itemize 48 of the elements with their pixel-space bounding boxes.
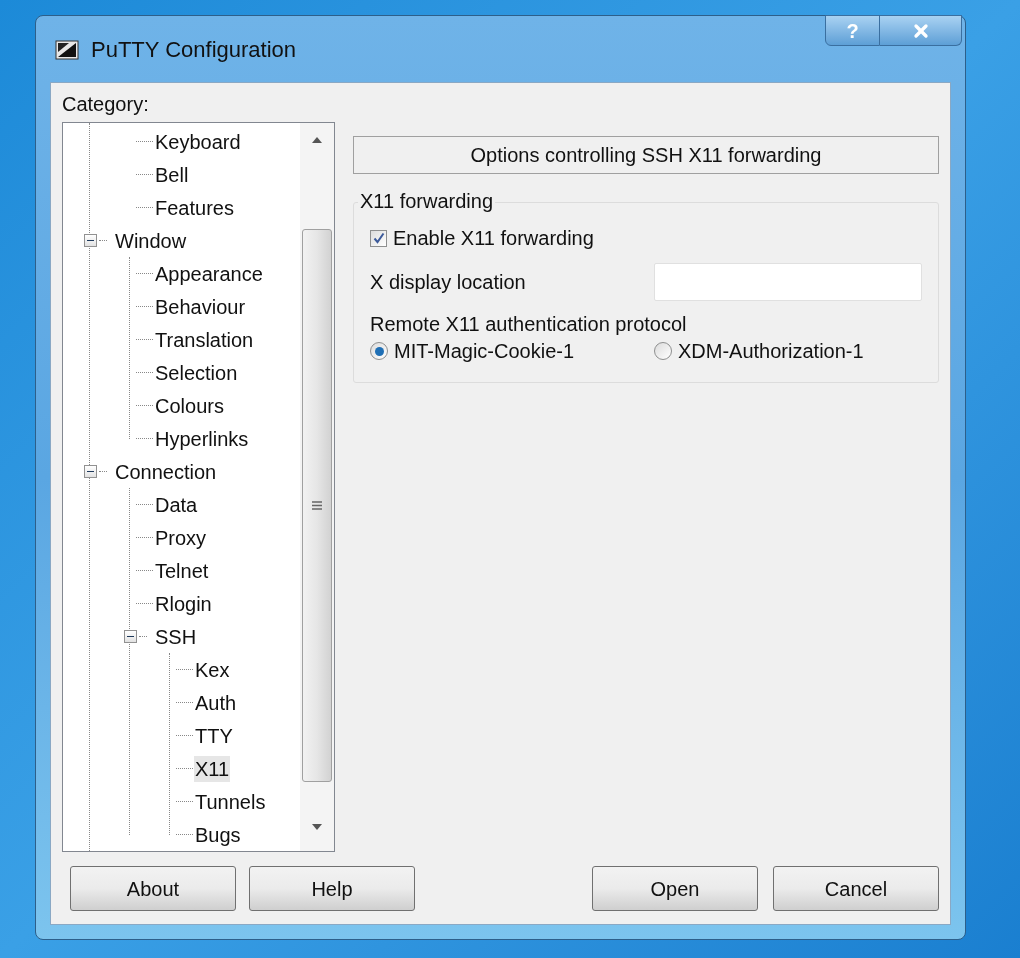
tree-item[interactable]: Hyperlinks	[154, 425, 250, 452]
radio-button[interactable]	[370, 342, 388, 360]
dialog-button[interactable]: Cancel	[773, 866, 939, 911]
tree-item[interactable]: Rlogin	[154, 590, 213, 617]
app-icon	[55, 39, 79, 60]
tree-item[interactable]: Translation	[154, 326, 255, 353]
checkbox[interactable]	[370, 229, 387, 247]
display-location-field[interactable]	[654, 263, 922, 301]
tree-item[interactable]: Proxy	[154, 524, 208, 551]
collapse-icon[interactable]	[84, 465, 97, 478]
radio-button[interactable]	[654, 342, 672, 360]
dialog-button[interactable]: About	[70, 866, 236, 911]
collapse-icon[interactable]	[124, 630, 137, 643]
tree-item[interactable]: Telnet	[154, 557, 210, 584]
tree-item[interactable]: TTY	[194, 722, 234, 749]
dialog-button[interactable]: Help	[249, 866, 415, 911]
tree-item[interactable]: Connection	[114, 458, 218, 485]
tree-item[interactable]: Kex	[194, 656, 231, 683]
radio-label[interactable]: MIT-Magic-Cookie-1	[394, 336, 575, 366]
scrollbar[interactable]	[300, 123, 334, 851]
tree-item[interactable]: Window	[114, 227, 188, 254]
field-label: X display location	[370, 270, 527, 295]
tree-item[interactable]: Bugs	[194, 821, 242, 848]
scroll-up-icon[interactable]	[312, 137, 322, 143]
close-button[interactable]	[880, 15, 962, 46]
tree-item[interactable]: Bell	[154, 161, 190, 188]
dialog-button[interactable]: Open	[592, 866, 758, 911]
tree-item[interactable]: Keyboard	[154, 128, 242, 155]
tree-item[interactable]: Behaviour	[154, 293, 247, 320]
tree-item[interactable]: Appearance	[154, 260, 264, 287]
tree-item[interactable]: Data	[154, 491, 199, 518]
tree-item[interactable]: Tunnels	[194, 788, 267, 815]
checkbox-label[interactable]: Enable X11 forwarding	[393, 223, 594, 253]
radio-label[interactable]: XDM-Authorization-1	[678, 336, 864, 366]
tree-item[interactable]: X11	[194, 755, 231, 782]
category-label: Category:	[62, 92, 150, 117]
tree-item[interactable]: Auth	[194, 689, 238, 716]
tree-item[interactable]: SSH	[154, 623, 198, 650]
collapse-icon[interactable]	[84, 234, 97, 247]
scroll-down-icon[interactable]	[312, 824, 322, 830]
radio-group-label: Remote X11 authentication protocol	[370, 312, 688, 336]
grip-icon	[312, 501, 322, 510]
panel-header: Options controlling SSH X11 forwarding	[353, 136, 939, 174]
tree-item[interactable]: Colours	[154, 392, 225, 419]
window-title: PuTTY Configuration	[91, 36, 297, 64]
tree-item[interactable]: Selection	[154, 359, 239, 386]
tree-item[interactable]: Features	[154, 194, 235, 221]
scrollbar-thumb[interactable]	[302, 229, 332, 782]
